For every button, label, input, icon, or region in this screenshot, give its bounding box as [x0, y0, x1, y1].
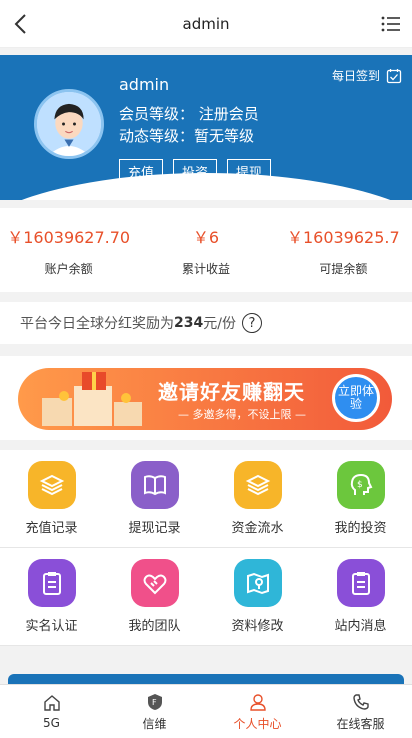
gift-box-icon	[42, 372, 142, 426]
page-title: admin	[182, 14, 230, 33]
username: admin	[119, 75, 170, 94]
checkin-label: 每日签到	[331, 69, 380, 83]
recharge-records[interactable]: 充值记录	[0, 450, 103, 547]
grid-label: 我的投资	[334, 521, 387, 536]
account-balance: ￥16039627.70 账户余额	[0, 208, 137, 292]
list-menu-icon[interactable]	[380, 13, 402, 35]
grid-label: 提现记录	[128, 521, 181, 536]
banner-subtitle: — 多邀多得，不设上限 —	[178, 408, 306, 421]
help-icon[interactable]: ?	[241, 313, 262, 333]
edit-profile[interactable]: 资料修改	[206, 548, 309, 645]
shield-icon: F	[147, 693, 162, 710]
profile-header: 每日签到 admin 会员等级： 注册会员 动态等级：暂无等级 充值 投资 提现	[0, 55, 412, 200]
banner-section: 邀请好友赚翻天 — 多邀多得，不设上限 — 立即体验	[0, 356, 412, 440]
balance-label: 账户余额	[44, 261, 93, 276]
invest-button[interactable]: 投资	[173, 159, 218, 183]
tab-label: 个人中心	[233, 716, 282, 731]
daily-checkin[interactable]: 每日签到	[332, 67, 402, 84]
grid-label: 实名认证	[25, 619, 78, 634]
grid-row: 充值记录 提现记录 资金流水 $ 我的投资	[0, 450, 412, 548]
grid-label: 我的团队	[128, 619, 181, 634]
clipboard-icon	[336, 559, 385, 607]
dividend-notice: 平台今日全球分红奖励为 234 元/份 ?	[0, 302, 412, 344]
tab-label: 信维	[142, 716, 167, 731]
my-team[interactable]: 我的团队	[103, 548, 206, 645]
grid-label: 站内消息	[334, 619, 387, 634]
fund-flow[interactable]: 资金流水	[206, 450, 309, 547]
earnings-value: ￥6	[192, 227, 220, 247]
tab-online-service[interactable]: 在线客服	[309, 685, 412, 738]
earnings-label: 累计收益	[181, 261, 230, 276]
book-icon	[130, 461, 179, 509]
grid-label: 资金流水	[231, 521, 284, 536]
withdrawable-balance: ￥16039625.7 可提余额	[275, 208, 412, 292]
tab-personal-center[interactable]: 个人中心	[206, 685, 309, 738]
tab-xinwei[interactable]: F 信维	[103, 685, 206, 738]
withdrawable-label: 可提余额	[319, 261, 368, 276]
bottom-tab-bar: 5G F 信维 个人中心 在线客服	[0, 684, 412, 738]
banner-title: 邀请好友赚翻天	[158, 380, 305, 404]
member-level: 会员等级： 注册会员	[119, 105, 259, 123]
map-pin-icon	[233, 559, 282, 607]
balance-summary: ￥16039627.70 账户余额 ￥6 累计收益 ￥16039625.7 可提…	[0, 208, 412, 292]
svg-text:$: $	[357, 480, 363, 490]
avatar-face-icon	[37, 92, 101, 156]
avatar[interactable]	[34, 89, 104, 159]
layers-icon	[27, 461, 76, 509]
user-icon	[249, 693, 266, 711]
tab-label: 在线客服	[336, 716, 385, 731]
withdrawable-value: ￥16039625.7	[286, 227, 400, 247]
site-messages[interactable]: 站内消息	[309, 548, 412, 645]
home-icon	[43, 695, 60, 711]
banner-cta-button[interactable]: 立即体验	[332, 374, 380, 422]
dynamic-level: 动态等级：暂无等级	[119, 127, 255, 145]
account-actions: 充值 投资 提现	[119, 159, 272, 183]
total-earnings: ￥6 累计收益	[137, 208, 274, 292]
head-dollar-icon: $	[336, 461, 385, 509]
feature-grid: 充值记录 提现记录 资金流水 $ 我的投资 实名认证 我的团队 资料修改 站内消…	[0, 450, 412, 646]
notice-amount: 234	[174, 315, 204, 331]
real-name-verification[interactable]: 实名认证	[0, 548, 103, 645]
handshake-icon	[130, 559, 179, 607]
balance-value: ￥16039627.70	[7, 227, 131, 247]
my-investments[interactable]: $ 我的投资	[309, 450, 412, 547]
recharge-button[interactable]: 充值	[119, 159, 164, 183]
top-bar: admin	[0, 0, 412, 48]
grid-label: 资料修改	[231, 619, 284, 634]
notice-suffix: 元/份	[203, 316, 236, 332]
grid-row: 实名认证 我的团队 资料修改 站内消息	[0, 548, 412, 646]
invite-banner[interactable]: 邀请好友赚翻天 — 多邀多得，不设上限 — 立即体验	[18, 368, 392, 430]
withdraw-records[interactable]: 提现记录	[103, 450, 206, 547]
grid-label: 充值记录	[25, 521, 78, 536]
svg-text:F: F	[152, 698, 157, 707]
tab-5g[interactable]: 5G	[0, 685, 103, 738]
calendar-check-icon	[386, 68, 402, 83]
tab-label: 5G	[43, 716, 60, 730]
phone-icon	[352, 693, 369, 710]
clipboard-icon	[27, 559, 76, 607]
withdraw-button[interactable]: 提现	[227, 159, 272, 183]
layers-icon	[233, 461, 282, 509]
notice-prefix: 平台今日全球分红奖励为	[20, 316, 174, 332]
back-arrow-icon[interactable]	[10, 12, 34, 36]
